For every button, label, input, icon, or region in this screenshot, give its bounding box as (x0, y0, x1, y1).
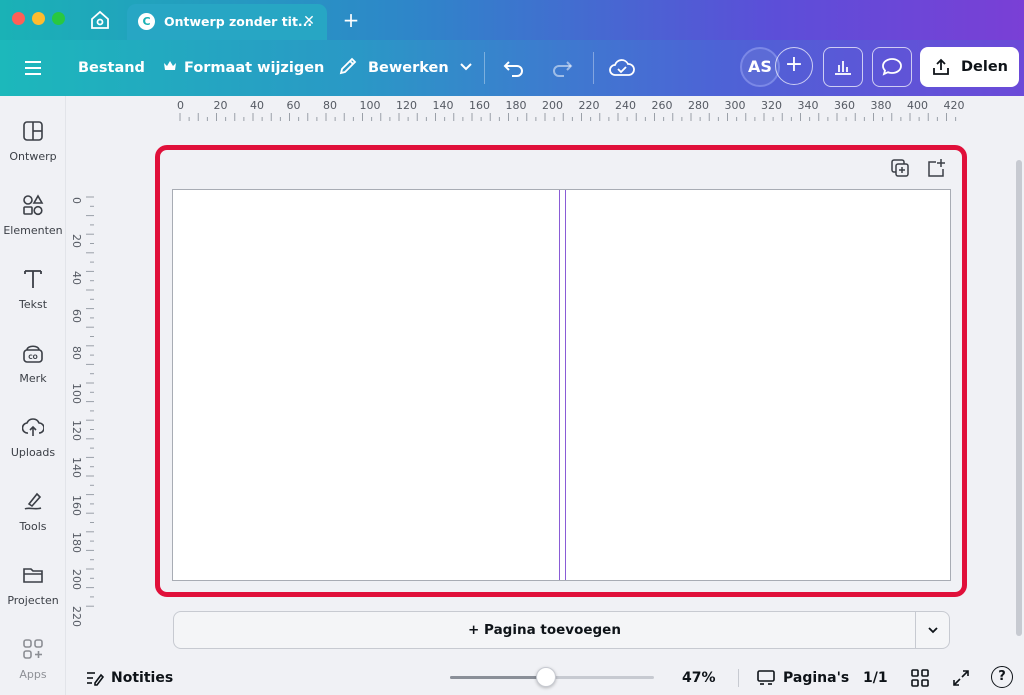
share-label: Delen (961, 59, 1008, 75)
resize-label: Formaat wijzigen (184, 60, 325, 76)
zoom-value[interactable]: 47% (682, 660, 716, 695)
maximize-window-button[interactable] (52, 12, 65, 25)
sidebar-item-design[interactable]: Ontwerp (0, 120, 66, 184)
notes-icon (86, 670, 104, 686)
vertical-ruler: 0 20 40 60 80 100 120 140 160 180 200 220 (68, 185, 94, 627)
window-titlebar: C Ontwerp zonder tit... ✕ + (0, 0, 1024, 40)
edit-mode-label: Bewerken (368, 60, 449, 76)
tools-icon (22, 490, 44, 512)
sidebar-item-label: Elementen (3, 224, 63, 237)
notes-label: Notities (111, 669, 174, 686)
insights-icon[interactable] (823, 47, 863, 87)
redo-icon[interactable] (550, 40, 574, 96)
sidebar-item-projects[interactable]: Projecten (0, 564, 66, 628)
page-header-bar (165, 153, 957, 183)
close-window-button[interactable] (12, 12, 25, 25)
sidebar-item-label: Tools (19, 520, 47, 533)
home-icon[interactable] (88, 8, 112, 32)
notes-button[interactable]: Notities (86, 660, 173, 695)
edit-mode-button[interactable]: Bewerken (338, 40, 473, 96)
upload-icon (21, 416, 45, 438)
avatar[interactable]: AS (740, 47, 780, 87)
file-menu-button[interactable]: Bestand (78, 40, 145, 96)
sidebar-item-text[interactable]: Tekst (0, 268, 66, 332)
duplicate-page-icon[interactable] (889, 157, 911, 179)
sidebar-item-label: Apps (19, 668, 47, 681)
sidebar-item-label: Ontwerp (9, 150, 57, 163)
tab-active-design[interactable]: C Ontwerp zonder tit... ✕ (127, 4, 327, 40)
sidebar-item-uploads[interactable]: Uploads (0, 416, 66, 480)
folder-icon (22, 564, 44, 586)
grid-view-icon[interactable] (911, 660, 929, 695)
elements-icon (22, 194, 44, 216)
text-icon (22, 268, 44, 290)
zoom-slider-thumb[interactable] (535, 667, 556, 687)
design-icon (22, 120, 44, 142)
sidebar-item-brand[interactable]: CO Merk (0, 342, 66, 406)
sidebar-item-label: Uploads (10, 446, 56, 459)
pages-button[interactable]: Pagina's (756, 660, 849, 695)
footer-bar: Notities 47% Pagina's 1/1 ? (66, 660, 1024, 695)
apps-icon (22, 638, 44, 660)
ruler-ticks (179, 113, 957, 121)
brand-icon: CO (22, 342, 44, 364)
horizontal-ruler: 0 20 40 60 80 100 120 140 160 180 200 220 240 260 280 3… (172, 99, 972, 121)
page-count: 1/1 (863, 669, 888, 686)
invite-button[interactable]: + (775, 47, 813, 85)
toolbar-divider (593, 52, 594, 84)
side-panel: Ontwerp Elementen Tekst CO Merk Uploads … (0, 96, 66, 695)
fullscreen-icon[interactable] (952, 660, 970, 695)
add-page-options-button[interactable] (915, 611, 950, 649)
tab-close-icon[interactable]: ✕ (299, 11, 319, 31)
comment-icon[interactable] (872, 47, 912, 87)
sidebar-item-apps[interactable]: Apps (0, 638, 66, 695)
canva-logo-icon: C (138, 13, 155, 30)
menu-icon[interactable] (22, 40, 46, 96)
ruler-ticks (86, 196, 94, 607)
zoom-slider-fill (450, 676, 546, 679)
minimize-window-button[interactable] (32, 12, 45, 25)
cloud-saved-icon[interactable] (609, 40, 635, 96)
add-page-icon[interactable] (925, 157, 947, 179)
sidebar-item-elements[interactable]: Elementen (0, 194, 66, 258)
undo-icon[interactable] (502, 40, 526, 96)
sidebar-item-label: Merk (19, 372, 47, 385)
resize-button[interactable]: Formaat wijzigen (163, 40, 324, 96)
fold-guide-line (559, 190, 560, 580)
pencil-icon (338, 56, 358, 80)
sidebar-item-label: Projecten (7, 594, 59, 607)
sidebar-item-label: Tekst (18, 298, 48, 311)
chevron-down-icon (459, 60, 473, 76)
editor-toolbar: Bestand Formaat wijzigen Bewerken (0, 40, 1024, 96)
sidebar-item-tools[interactable]: Tools (0, 490, 66, 554)
tab-title: Ontwerp zonder tit... (164, 14, 313, 29)
fold-guide-line (565, 190, 566, 580)
design-page[interactable] (172, 189, 951, 581)
crown-icon (163, 59, 177, 77)
add-page-button[interactable]: + Pagina toevoegen (173, 611, 916, 649)
chevron-down-icon (927, 626, 939, 634)
footer-divider (738, 669, 739, 687)
share-upload-icon (931, 57, 951, 77)
vertical-scrollbar[interactable] (1016, 160, 1022, 636)
pages-label: Pagina's (783, 669, 850, 686)
svg-text:CO: CO (28, 354, 38, 361)
help-button[interactable]: ? (991, 666, 1013, 688)
new-tab-button[interactable]: + (340, 8, 362, 32)
toolbar-divider (484, 52, 485, 84)
share-button[interactable]: Delen (920, 47, 1019, 87)
pages-icon (756, 669, 776, 687)
